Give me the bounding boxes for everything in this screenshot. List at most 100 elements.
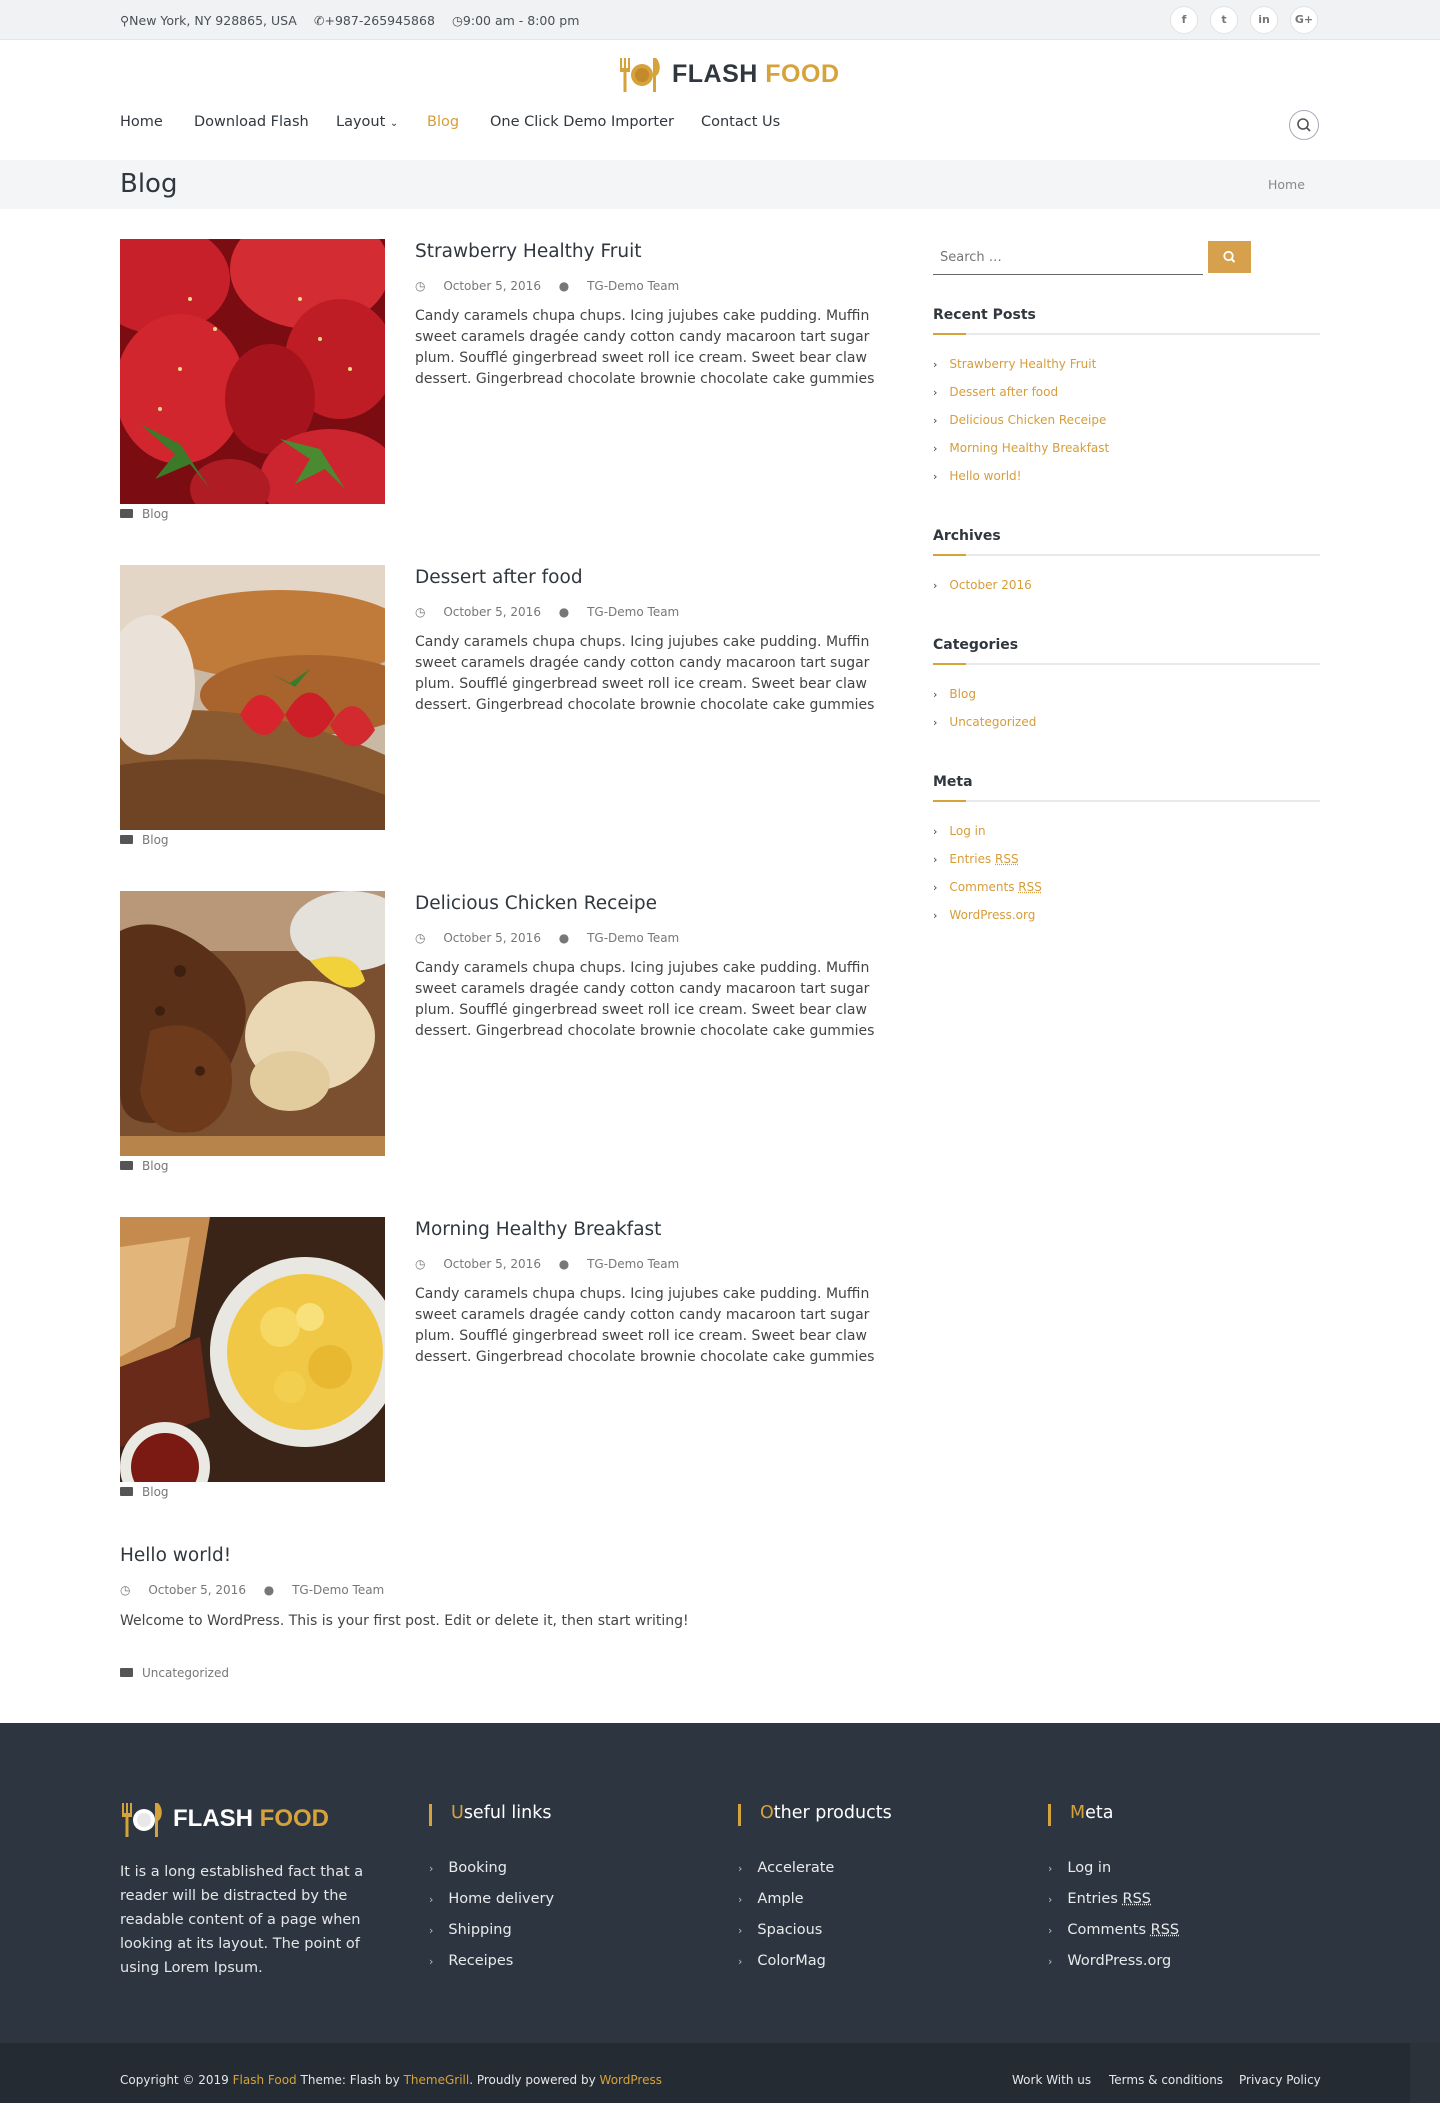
- post-thumbnail-chicken[interactable]: [120, 891, 385, 1156]
- themegrill-link[interactable]: ThemeGrill: [404, 2073, 470, 2087]
- user-icon: ●: [558, 279, 570, 293]
- useful-links-heading: Useful links: [429, 1803, 551, 1826]
- archive-link[interactable]: › October 2016: [933, 578, 1032, 592]
- category-link[interactable]: › Uncategorized: [933, 715, 1036, 729]
- privacy-policy-link[interactable]: Privacy Policy: [1239, 2073, 1321, 2087]
- recent-post-link[interactable]: › Hello world!: [933, 469, 1022, 483]
- post-thumbnail-strawberry[interactable]: [120, 239, 385, 504]
- footer-link[interactable]: › Home delivery: [429, 1891, 554, 1907]
- nav-home[interactable]: Home: [120, 114, 163, 130]
- post-title[interactable]: Hello world!: [120, 1545, 231, 1566]
- chevron-right-icon: ›: [738, 1924, 743, 1937]
- nav-layout[interactable]: Layout ⌄: [336, 114, 398, 130]
- footer-link[interactable]: › Log in: [1048, 1860, 1111, 1876]
- dessert-image: [120, 565, 385, 830]
- chevron-right-icon: ›: [933, 688, 938, 701]
- footer-link[interactable]: › Ample: [738, 1891, 804, 1907]
- terms-link[interactable]: Terms & conditions: [1109, 2073, 1223, 2087]
- footer-logo-text-food: FOOD: [259, 1805, 329, 1832]
- heading-divider: [933, 800, 1320, 802]
- chevron-right-icon: ›: [429, 1862, 434, 1875]
- wordpress-link[interactable]: WordPress: [600, 2073, 662, 2087]
- post-title[interactable]: Morning Healthy Breakfast: [415, 1219, 661, 1240]
- site-link[interactable]: Flash Food: [233, 2073, 297, 2087]
- scroll-to-top-button[interactable]: [1410, 2043, 1440, 2103]
- map-marker-icon: ⚲: [120, 13, 130, 28]
- post-title[interactable]: Strawberry Healthy Fruit: [415, 241, 642, 262]
- user-icon: ●: [263, 1583, 275, 1597]
- post-thumbnail-breakfast[interactable]: [120, 1217, 385, 1482]
- post-title[interactable]: Dessert after food: [415, 567, 583, 588]
- search-icon: [1223, 250, 1236, 263]
- folder-icon: [120, 509, 133, 518]
- footer-about-text: It is a long established fact that a rea…: [120, 1864, 364, 1976]
- footer-link[interactable]: › ColorMag: [738, 1953, 826, 1969]
- nav-contact[interactable]: Contact Us: [701, 114, 780, 130]
- meta-link-entries-rss[interactable]: › Entries RSS: [933, 852, 1019, 866]
- post-excerpt: Candy caramels chupa chups. Icing jujube…: [415, 308, 875, 387]
- header-search-button[interactable]: [1289, 110, 1319, 140]
- footer-link[interactable]: › Spacious: [738, 1922, 822, 1938]
- meta-link-login[interactable]: › Log in: [933, 824, 986, 838]
- folder-icon: [120, 835, 133, 844]
- phone-icon: ✆: [314, 13, 325, 28]
- linkedin-icon[interactable]: in: [1250, 6, 1278, 34]
- chevron-down-icon: ⌄: [389, 118, 399, 129]
- meta-link-wordpress[interactable]: › WordPress.org: [933, 908, 1035, 922]
- sidebar-search-button[interactable]: [1208, 241, 1251, 273]
- chevron-right-icon: ›: [933, 358, 938, 371]
- meta-link-comments-rss[interactable]: › Comments RSS: [933, 880, 1042, 894]
- chevron-right-icon: ›: [933, 825, 938, 838]
- copyright-text: Copyright © 2019 Flash Food Theme: Flash…: [120, 2073, 662, 2087]
- fork-plate-logo-icon: [620, 58, 660, 92]
- post-title[interactable]: Delicious Chicken Receipe: [415, 893, 657, 914]
- chevron-right-icon: ›: [933, 853, 938, 866]
- footer-link[interactable]: › Shipping: [429, 1922, 512, 1938]
- user-icon: ●: [558, 605, 570, 619]
- user-icon: ●: [558, 1257, 570, 1271]
- footer-link[interactable]: › Booking: [429, 1860, 507, 1876]
- google-plus-icon[interactable]: G+: [1290, 6, 1318, 34]
- clock-icon: ◷: [415, 931, 426, 945]
- footer: FLASH FOOD It is a long established fact…: [0, 1723, 1440, 2043]
- post-category: Blog: [120, 1485, 169, 1499]
- post-meta: ◷ October 5, 2016 ● TG-Demo Team: [415, 605, 680, 619]
- post-thumbnail-dessert[interactable]: [120, 565, 385, 830]
- chevron-right-icon: ›: [738, 1862, 743, 1875]
- sidebar-search-input[interactable]: [933, 241, 1203, 275]
- chevron-right-icon: ›: [738, 1893, 743, 1906]
- facebook-icon[interactable]: f: [1170, 6, 1198, 34]
- twitter-icon[interactable]: t: [1210, 6, 1238, 34]
- heading-divider: [933, 663, 1320, 665]
- clock-icon: ◷: [120, 1583, 131, 1597]
- footer-link[interactable]: › Receipes: [429, 1953, 513, 1969]
- nav-download-flash[interactable]: Download Flash: [194, 114, 309, 130]
- category-link[interactable]: › Blog: [933, 687, 976, 701]
- breakfast-image: [120, 1217, 385, 1482]
- chevron-right-icon: ›: [429, 1924, 434, 1937]
- chevron-right-icon: ›: [933, 579, 938, 592]
- nav-demo-importer[interactable]: One Click Demo Importer: [490, 114, 674, 130]
- post-category: Blog: [120, 1159, 169, 1173]
- work-with-us-link[interactable]: Work With us: [1012, 2073, 1091, 2087]
- footer-link[interactable]: › Accelerate: [738, 1860, 834, 1876]
- post-excerpt: Candy caramels chupa chups. Icing jujube…: [415, 1286, 875, 1365]
- footer-link[interactable]: › WordPress.org: [1048, 1953, 1171, 1969]
- search-icon: [1297, 118, 1311, 132]
- chevron-right-icon: ›: [1048, 1924, 1053, 1937]
- recent-post-link[interactable]: › Dessert after food: [933, 385, 1058, 399]
- chevron-right-icon: ›: [933, 386, 938, 399]
- footer-link[interactable]: › Comments RSS: [1048, 1922, 1179, 1938]
- recent-post-link[interactable]: › Delicious Chicken Receipe: [933, 413, 1106, 427]
- address-info: ⚲New York, NY 928865, USA: [120, 13, 297, 28]
- user-icon: ●: [558, 931, 570, 945]
- chevron-right-icon: ›: [933, 716, 938, 729]
- nav-blog[interactable]: Blog: [427, 114, 459, 130]
- breadcrumb-home[interactable]: Home: [1268, 177, 1305, 192]
- recent-post-link[interactable]: › Morning Healthy Breakfast: [933, 441, 1109, 455]
- recent-post-link[interactable]: › Strawberry Healthy Fruit: [933, 357, 1096, 371]
- footer-link[interactable]: › Entries RSS: [1048, 1891, 1151, 1907]
- folder-icon: [120, 1487, 133, 1496]
- archives-heading: Archives: [933, 528, 1001, 544]
- hours-info: ◷9:00 am - 8:00 pm: [452, 13, 580, 28]
